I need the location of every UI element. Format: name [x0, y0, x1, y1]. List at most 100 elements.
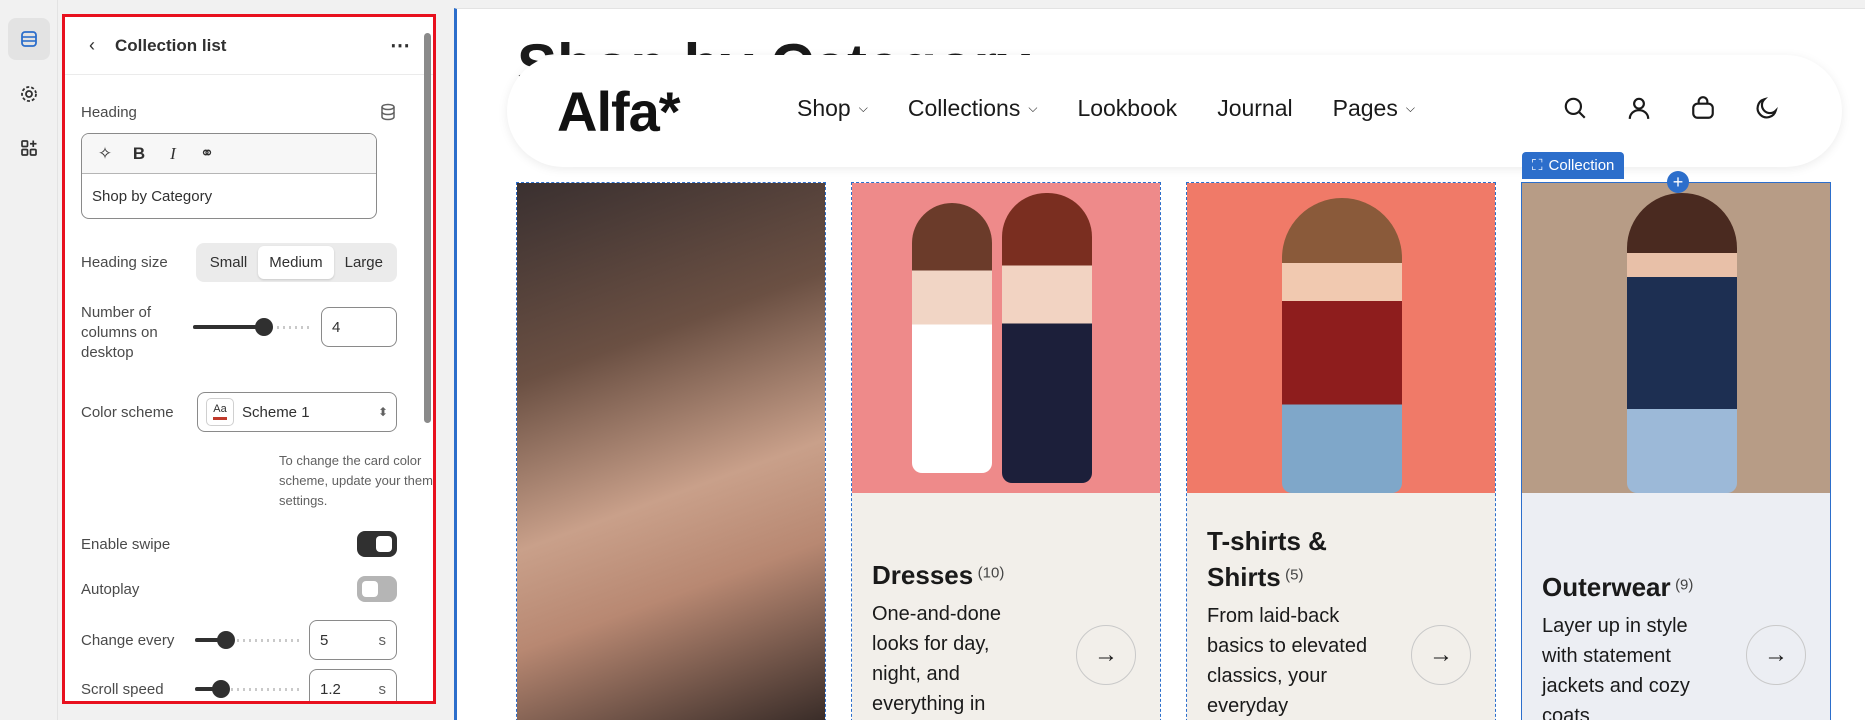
- scroll-speed-label: Scroll speed: [81, 680, 164, 698]
- collection-image-outerwear: [1522, 183, 1830, 493]
- autoplay-toggle[interactable]: [357, 576, 397, 602]
- section-settings-panel: ‹ Collection list ⋯ Heading ✧ B I ⚭ Shop…: [62, 14, 436, 704]
- collection-card[interactable]: T-shirts & Shirts (5) From laid-back bas…: [1186, 182, 1496, 720]
- columns-label-line-1: Number of: [81, 304, 152, 321]
- select-arrows-icon: ⬍: [377, 405, 388, 419]
- nav-shop[interactable]: Shop ⌵: [797, 95, 868, 122]
- gear-icon: [21, 86, 37, 102]
- dark-mode-icon[interactable]: [1754, 95, 1780, 121]
- theme-editor: ‹ Collection list ⋯ Heading ✧ B I ⚭ Shop…: [0, 0, 1865, 720]
- back-icon[interactable]: ‹: [81, 35, 103, 57]
- change-every-label: Change every: [81, 631, 175, 649]
- change-every-slider[interactable]: [195, 631, 299, 649]
- collection-image-shirts: [1187, 183, 1495, 493]
- columns-label: Number of columns on desktop: [81, 303, 158, 363]
- apps-icon: [21, 140, 37, 156]
- enable-swipe-toggle[interactable]: [357, 531, 397, 557]
- site-header: Alfa* Shop ⌵ Collections ⌵ Lookbook Journa…: [507, 55, 1842, 167]
- heading-size-medium[interactable]: Medium: [258, 246, 334, 279]
- collection-card[interactable]: [516, 182, 826, 720]
- scroll-speed-input[interactable]: 1.2 s: [309, 669, 397, 701]
- heading-size-large[interactable]: Large: [334, 246, 394, 279]
- left-rail: [0, 0, 58, 720]
- collection-image-dresses: [852, 183, 1160, 493]
- link-icon[interactable]: ⚭: [196, 143, 218, 165]
- columns-label-line-3: desktop: [81, 344, 134, 361]
- nav-journal[interactable]: Journal: [1217, 95, 1292, 122]
- scroll-speed-unit: s: [378, 680, 387, 698]
- apps-rail-button[interactable]: [8, 127, 50, 169]
- panel-header: ‹ Collection list ⋯: [65, 17, 433, 75]
- settings-rail-button[interactable]: [8, 73, 50, 115]
- change-every-unit: s: [378, 631, 387, 649]
- sections-icon: [21, 31, 37, 47]
- color-scheme-swatch: Aa: [206, 398, 234, 426]
- collection-card-selected[interactable]: Outerwear (9) Layer up in style with sta…: [1521, 182, 1831, 720]
- scroll-speed-slider-thumb[interactable]: [212, 680, 230, 698]
- block-select-icon: ⛶: [1532, 157, 1543, 174]
- panel-title: Collection list: [115, 35, 227, 55]
- chevron-down-icon: ⌵: [1028, 101, 1038, 115]
- sections-rail-button[interactable]: [8, 18, 50, 60]
- block-selection-label: Collection: [1548, 157, 1615, 174]
- collection-count: (10): [977, 564, 1005, 582]
- scroll-speed-value: 1.2: [320, 680, 341, 698]
- header-icons: [1562, 95, 1780, 121]
- heading-size-small[interactable]: Small: [199, 246, 259, 279]
- columns-slider-thumb[interactable]: [254, 318, 273, 336]
- more-actions-icon[interactable]: ⋯: [390, 36, 411, 56]
- change-every-value: 5: [320, 631, 329, 649]
- color-scheme-label: Color scheme: [81, 403, 174, 421]
- collection-image-portrait: [517, 183, 825, 720]
- collection-info: T-shirts & Shirts (5) From laid-back bas…: [1187, 493, 1495, 720]
- heading-input[interactable]: Shop by Category: [82, 174, 376, 218]
- collection-description: From laid-back basics to elevated classi…: [1207, 605, 1368, 717]
- autoplay-label: Autoplay: [81, 580, 140, 598]
- heading-size-segmented-control: Small Medium Large: [195, 243, 397, 282]
- account-icon[interactable]: [1626, 95, 1652, 121]
- store-logo[interactable]: Alfa*: [557, 79, 681, 144]
- color-scheme-select[interactable]: Aa Scheme 1 ⬍: [197, 392, 397, 432]
- collection-title: T-shirts & Shirts: [1207, 526, 1327, 592]
- search-icon[interactable]: [1562, 95, 1588, 121]
- arrow-right-icon[interactable]: →: [1411, 625, 1471, 685]
- columns-input[interactable]: 4: [321, 307, 397, 347]
- collection-card[interactable]: Dresses (10) One-and-done looks for day,…: [851, 182, 1161, 720]
- color-scheme-value: Scheme 1: [242, 403, 310, 421]
- arrow-right-icon[interactable]: →: [1076, 625, 1136, 685]
- arrow-right-icon[interactable]: →: [1746, 625, 1806, 685]
- scroll-speed-slider[interactable]: [195, 680, 299, 698]
- collection-count: (5): [1285, 566, 1304, 584]
- block-selection-tag[interactable]: ⛶ Collection: [1522, 152, 1625, 179]
- add-block-icon[interactable]: +: [1667, 171, 1689, 193]
- bold-icon[interactable]: B: [128, 143, 150, 165]
- cart-icon[interactable]: [1690, 95, 1716, 121]
- main-nav: Shop ⌵ Collections ⌵ Lookbook Journal Page…: [797, 95, 1415, 122]
- panel-scrollbar[interactable]: [424, 33, 431, 423]
- collection-info: Outerwear (9) Layer up in style with sta…: [1522, 493, 1830, 720]
- collection-info: Dresses (10) One-and-done looks for day,…: [852, 493, 1160, 720]
- collection-title: Outerwear: [1542, 572, 1671, 602]
- editor-toolbar: ✧ B I ⚭: [82, 134, 376, 174]
- storefront-preview: Shop by Category Alfa* Shop⌵ Collections…: [454, 8, 1865, 720]
- chevron-down-icon: ⌵: [858, 101, 868, 115]
- columns-label-line-2: columns on: [81, 324, 158, 341]
- collection-description: One-and-done looks for day, night, and e…: [872, 603, 1001, 715]
- collection-count: (9): [1675, 576, 1694, 594]
- change-every-slider-thumb[interactable]: [217, 631, 236, 649]
- heading-rich-text-editor[interactable]: ✧ B I ⚭ Shop by Category: [81, 133, 377, 219]
- nav-pages[interactable]: Pages ⌵: [1333, 95, 1415, 122]
- ai-sparkle-icon[interactable]: ✧: [94, 143, 116, 165]
- heading-size-label: Heading size: [81, 254, 168, 271]
- collection-title: Dresses: [872, 560, 974, 590]
- change-every-input[interactable]: 5 s: [309, 620, 397, 660]
- dynamic-source-icon[interactable]: [379, 103, 397, 121]
- chevron-down-icon: ⌵: [1405, 101, 1415, 115]
- italic-icon[interactable]: I: [162, 143, 184, 165]
- columns-slider[interactable]: [193, 318, 311, 336]
- nav-lookbook[interactable]: Lookbook: [1077, 95, 1177, 122]
- heading-label: Heading: [81, 103, 137, 121]
- columns-input-value: 4: [332, 318, 341, 336]
- nav-collections[interactable]: Collections ⌵: [908, 95, 1038, 122]
- color-scheme-hint: To change the card color scheme, update …: [279, 453, 436, 508]
